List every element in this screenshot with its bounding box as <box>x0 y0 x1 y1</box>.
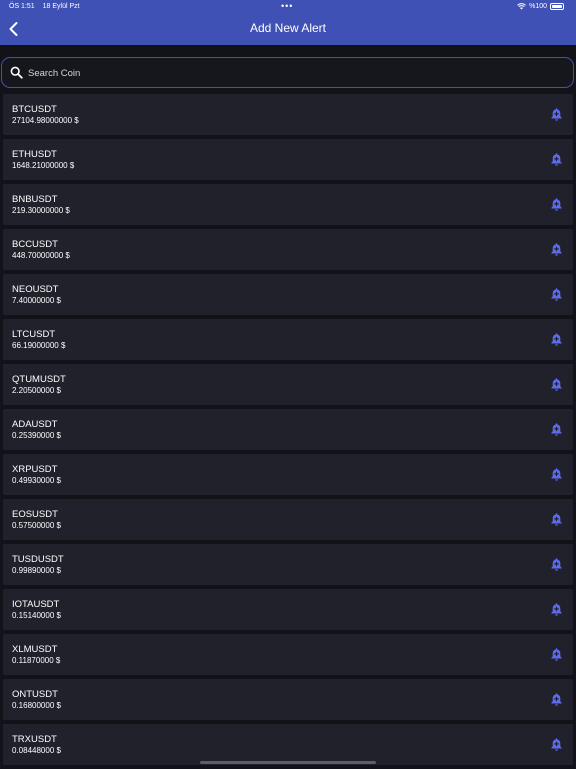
add-alert-bell-icon[interactable] <box>550 107 563 122</box>
home-indicator <box>200 761 376 764</box>
add-alert-bell-icon[interactable] <box>550 377 563 392</box>
coin-symbol: ETHUSDT <box>12 149 57 160</box>
coin-price: 7.40000000 $ <box>12 296 61 305</box>
coin-row[interactable]: TUSDUSDT 0.99890000 $ <box>3 544 573 585</box>
add-alert-bell-icon[interactable] <box>550 692 563 707</box>
add-alert-bell-icon[interactable] <box>550 287 563 302</box>
coin-symbol: XRPUSDT <box>12 464 58 475</box>
coin-row[interactable]: ONTUSDT 0.16800000 $ <box>3 679 573 720</box>
coin-symbol: IOTAUSDT <box>12 599 60 610</box>
coin-price: 0.11870000 $ <box>12 656 61 665</box>
coin-symbol: XLMUSDT <box>12 644 58 655</box>
coin-price: 27104.98000000 $ <box>12 116 79 125</box>
coin-symbol: LTCUSDT <box>12 329 56 340</box>
coin-row[interactable]: BNBUSDT 219.30000000 $ <box>3 184 573 225</box>
coin-symbol: ADAUSDT <box>12 419 58 430</box>
wifi-icon <box>517 3 526 10</box>
coin-price: 448.70000000 $ <box>12 251 70 260</box>
coin-price: 1648.21000000 $ <box>12 161 75 170</box>
coin-price: 0.25390000 $ <box>12 431 61 440</box>
status-indicators: %100 <box>517 3 564 10</box>
add-alert-bell-icon[interactable] <box>550 422 563 437</box>
coin-list: BTCUSDT 27104.98000000 $ ETHUSDT 1648.21… <box>3 94 573 769</box>
coin-price: 0.99890000 $ <box>12 566 61 575</box>
coin-price: 0.15140000 $ <box>12 611 61 620</box>
coin-symbol: TUSDUSDT <box>12 554 64 565</box>
battery-percent: %100 <box>529 3 547 10</box>
coin-symbol: ONTUSDT <box>12 689 58 700</box>
add-alert-bell-icon[interactable] <box>550 647 563 662</box>
app-header: ÖS 1:51 18 Eylül Pzt ••• %100 Add New Al… <box>0 0 576 45</box>
coin-price: 0.16800000 $ <box>12 701 61 710</box>
search-icon <box>10 66 23 79</box>
coin-price: 0.49930000 $ <box>12 476 61 485</box>
coin-symbol: TRXUSDT <box>12 734 57 745</box>
coin-row[interactable]: IOTAUSDT 0.15140000 $ <box>3 589 573 630</box>
multitask-dots[interactable]: ••• <box>281 1 293 11</box>
add-alert-bell-icon[interactable] <box>550 512 563 527</box>
coin-price: 0.57500000 $ <box>12 521 61 530</box>
coin-symbol: BCCUSDT <box>12 239 58 250</box>
coin-row[interactable]: XRPUSDT 0.49930000 $ <box>3 454 573 495</box>
coin-row[interactable]: ADAUSDT 0.25390000 $ <box>3 409 573 450</box>
coin-price: 66.19000000 $ <box>12 341 66 350</box>
add-alert-bell-icon[interactable] <box>550 737 563 752</box>
add-alert-bell-icon[interactable] <box>550 197 563 212</box>
coin-row[interactable]: LTCUSDT 66.19000000 $ <box>3 319 573 360</box>
add-alert-bell-icon[interactable] <box>550 557 563 572</box>
coin-row[interactable]: BTCUSDT 27104.98000000 $ <box>3 94 573 135</box>
search-box[interactable] <box>1 57 574 88</box>
add-alert-bell-icon[interactable] <box>550 332 563 347</box>
add-alert-bell-icon[interactable] <box>550 242 563 257</box>
coin-row[interactable]: BCCUSDT 448.70000000 $ <box>3 229 573 270</box>
page-title: Add New Alert <box>249 21 327 35</box>
search-input[interactable] <box>28 63 558 83</box>
coin-row[interactable]: TRXUSDT 0.08448000 $ <box>3 724 573 765</box>
coin-row[interactable]: ETHUSDT 1648.21000000 $ <box>3 139 573 180</box>
coin-row[interactable]: NEOUSDT 7.40000000 $ <box>3 274 573 315</box>
status-time-date: ÖS 1:51 18 Eylül Pzt <box>9 3 86 10</box>
coin-row[interactable]: EOSUSDT 0.57500000 $ <box>3 499 573 540</box>
status-bar: ÖS 1:51 18 Eylül Pzt ••• %100 <box>0 0 576 14</box>
add-alert-bell-icon[interactable] <box>550 467 563 482</box>
coin-row[interactable]: XLMUSDT 0.11870000 $ <box>3 634 573 675</box>
coin-symbol: NEOUSDT <box>12 284 59 295</box>
battery-icon <box>550 3 564 10</box>
coin-price: 219.30000000 $ <box>12 206 70 215</box>
status-time: ÖS 1:51 <box>9 3 35 10</box>
add-alert-bell-icon[interactable] <box>550 152 563 167</box>
add-alert-bell-icon[interactable] <box>550 602 563 617</box>
coin-symbol: QTUMUSDT <box>12 374 66 385</box>
coin-price: 2.20500000 $ <box>12 386 61 395</box>
coin-symbol: BNBUSDT <box>12 194 58 205</box>
coin-symbol: BTCUSDT <box>12 104 57 115</box>
coin-price: 0.08448000 $ <box>12 746 61 755</box>
coin-row[interactable]: QTUMUSDT 2.20500000 $ <box>3 364 573 405</box>
status-date: 18 Eylül Pzt <box>42 3 80 10</box>
coin-symbol: EOSUSDT <box>12 509 58 520</box>
